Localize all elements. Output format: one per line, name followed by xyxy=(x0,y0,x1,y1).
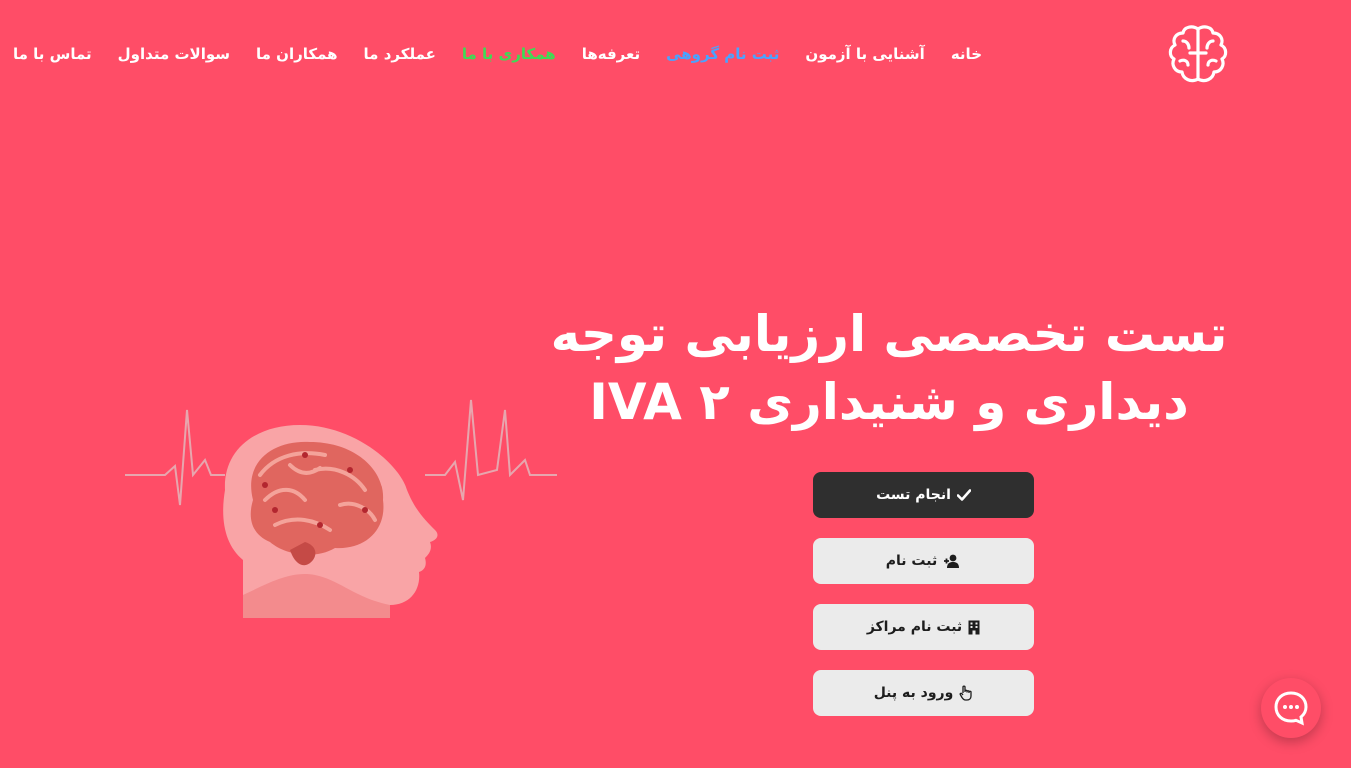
nav-item-pricing[interactable]: تعرفه‌ها xyxy=(582,45,640,63)
hero-title-line-2: دیداری و شنیداری ۲ IVA xyxy=(589,373,1189,431)
user-plus-icon xyxy=(943,554,961,568)
nav-item-contact[interactable]: تماس با ما xyxy=(13,45,92,63)
nav-item-home[interactable]: خانه xyxy=(951,45,982,63)
brain-logo-icon[interactable] xyxy=(1166,23,1230,87)
head-brain-illustration xyxy=(125,370,557,622)
register-centers-button[interactable]: ثبت نام مراکز xyxy=(813,604,1034,650)
check-icon xyxy=(956,489,971,501)
panel-login-button[interactable]: ورود به پنل xyxy=(813,670,1034,716)
hero-title: تست تخصصی ارزیابی توجه دیداری و شنیداری … xyxy=(549,300,1229,436)
start-test-button[interactable]: انجام تست xyxy=(813,472,1034,518)
main-navigation: خانه آشنایی با آزمون ثبت نام گروهی تعرفه… xyxy=(13,40,1000,68)
hand-pointer-icon xyxy=(959,685,973,701)
register-centers-label: ثبت نام مراکز xyxy=(866,619,963,635)
chat-bubble-icon[interactable] xyxy=(1261,678,1321,738)
register-button[interactable]: ثبت نام xyxy=(813,538,1034,584)
nav-item-faq[interactable]: سوالات متداول xyxy=(118,45,230,63)
nav-item-cooperation[interactable]: همکاری با ما xyxy=(462,45,556,63)
nav-item-partners[interactable]: همکاران ما xyxy=(256,45,338,63)
nav-item-group-registration[interactable]: ثبت نام گروهی xyxy=(666,45,779,63)
register-label: ثبت نام xyxy=(885,553,938,569)
nav-item-performance[interactable]: عملکرد ما xyxy=(364,45,436,63)
start-test-label: انجام تست xyxy=(876,487,951,503)
hero-title-line-1: تست تخصصی ارزیابی توجه xyxy=(550,305,1228,363)
building-icon xyxy=(968,620,980,635)
nav-item-about-test[interactable]: آشنایی با آزمون xyxy=(805,45,924,63)
panel-login-label: ورود به پنل xyxy=(873,685,954,701)
